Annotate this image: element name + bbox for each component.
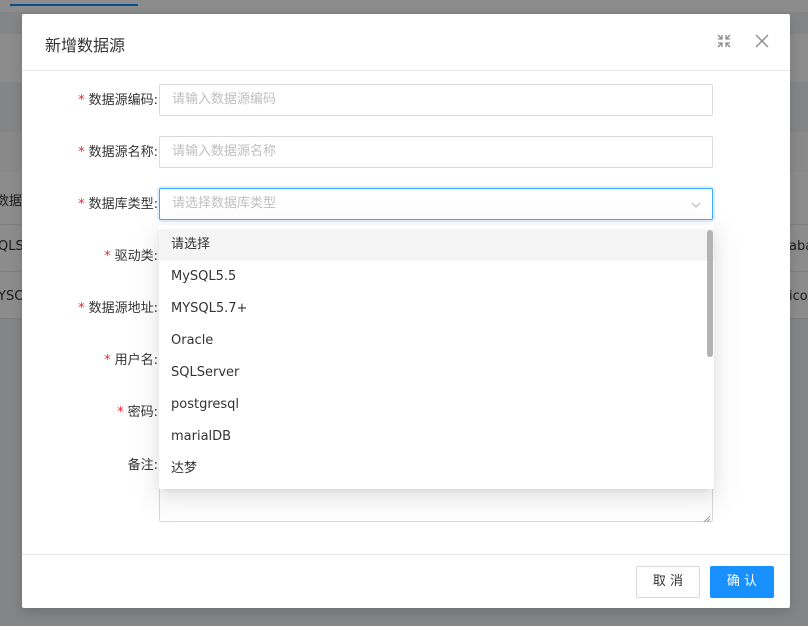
close-icon[interactable]	[753, 32, 771, 50]
url-label: 数据源地址:	[88, 301, 158, 316]
dropdown-option[interactable]: 达梦	[159, 453, 714, 485]
name-label: 数据源名称:	[88, 145, 158, 160]
db-type-label: 数据库类型:	[88, 197, 158, 212]
field-label: * 密码:	[117, 405, 158, 420]
confirm-button[interactable]: 确 认	[710, 566, 774, 598]
dropdown-option[interactable]: 请选择	[159, 229, 714, 261]
dropdown-scrollbar[interactable]	[707, 230, 713, 357]
db-type-placeholder: 请选择数据库类型	[172, 196, 277, 211]
form-row-name: * 数据源名称: 请输入数据源名称	[22, 136, 790, 170]
dropdown-option[interactable]: Oracle	[159, 325, 714, 357]
code-placeholder: 请输入数据源编码	[172, 92, 277, 107]
form-row-db-type: * 数据库类型: 请选择数据库类型	[22, 188, 790, 222]
field-label: * 数据源编码:	[78, 93, 158, 108]
chevron-down-icon	[690, 199, 702, 211]
field-label: 备注:	[128, 449, 158, 483]
username-label: 用户名:	[114, 353, 158, 368]
code-label: 数据源编码:	[88, 93, 158, 108]
password-label: 密码:	[127, 405, 158, 420]
remark-label: 备注:	[127, 458, 158, 473]
name-placeholder: 请输入数据源名称	[172, 144, 277, 159]
field-label: * 数据源名称:	[78, 145, 158, 160]
dropdown-option[interactable]: MySQL5.5	[159, 261, 714, 293]
dropdown-option[interactable]: MYSQL5.7+	[159, 293, 714, 325]
fullscreen-icon[interactable]	[715, 32, 733, 50]
field-label: * 数据源地址:	[78, 301, 158, 316]
dropdown-option[interactable]: SQLServer	[159, 357, 714, 389]
form-row-code: * 数据源编码: 请输入数据源编码	[22, 84, 790, 118]
db-type-select[interactable]: 请选择数据库类型	[159, 188, 713, 220]
cancel-button[interactable]: 取 消	[636, 566, 700, 598]
dialog-title: 新增数据源	[45, 36, 126, 55]
dialog-header: 新增数据源	[22, 14, 790, 71]
field-label: * 数据库类型:	[78, 197, 158, 212]
driver-label: 驱动类:	[114, 249, 158, 264]
dialog-footer: 取 消 确 认	[22, 554, 790, 609]
field-label: * 驱动类:	[104, 249, 158, 264]
datasource-name-input[interactable]: 请输入数据源名称	[159, 136, 713, 168]
field-label: * 用户名:	[104, 353, 158, 368]
dropdown-option[interactable]: marialDB	[159, 421, 714, 453]
resize-handle-icon[interactable]	[703, 512, 711, 523]
datasource-code-input[interactable]: 请输入数据源编码	[159, 84, 713, 116]
add-datasource-dialog: 新增数据源 * 数据源编码: 请输入数据源编码 * 数据源名称: 请输入数据源名称	[22, 14, 790, 608]
db-type-dropdown: 请选择 MySQL5.5 MYSQL5.7+ Oracle SQLServer …	[159, 225, 714, 489]
dropdown-option[interactable]: postgresql	[159, 389, 714, 421]
